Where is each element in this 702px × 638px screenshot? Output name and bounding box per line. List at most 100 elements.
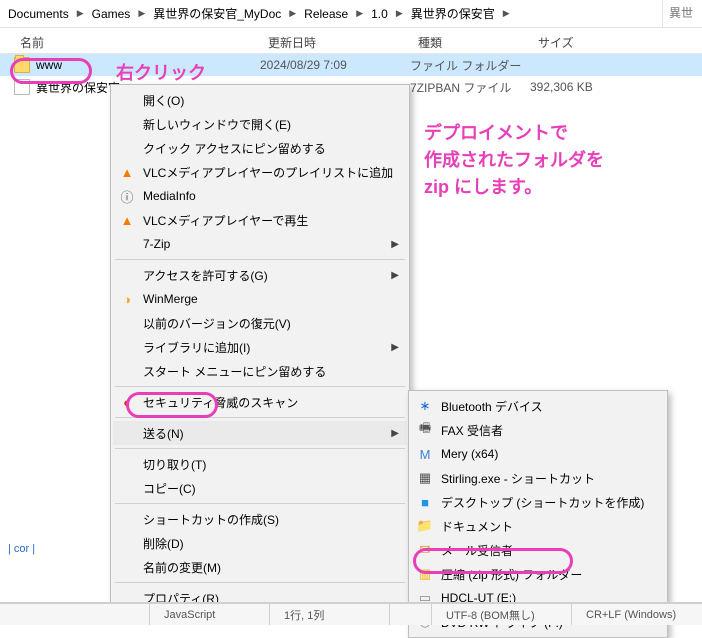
file-row-selected[interactable]: www 2024/08/29 7:09 ファイル フォルダー [0, 54, 702, 76]
menu-item-label: ショートカットの作成(S) [143, 511, 385, 528]
menu-item[interactable]: ショートカットの作成(S) [113, 507, 407, 531]
submenu-item[interactable]: ▥ 圧縮 (zip 形式) フォルダー [411, 562, 665, 586]
winmerge-icon: ◑ [119, 291, 135, 307]
search-input[interactable]: 異世 [662, 0, 702, 28]
menu-item[interactable]: 以前のバージョンの復元(V) [113, 311, 407, 335]
submenu-item[interactable]: 🖷FAX 受信者 [411, 418, 665, 442]
column-header-size[interactable]: サイズ [530, 34, 630, 51]
breadcrumb-item[interactable]: 異世界の保安官 [407, 3, 499, 24]
menu-item[interactable]: ◑ WinMerge [113, 287, 407, 311]
chevron-right-icon: ▶ [394, 8, 405, 19]
breadcrumb-item[interactable]: Release [300, 5, 352, 23]
submenu-item-label: Bluetooth デバイス [441, 398, 643, 415]
column-header-name[interactable]: 名前 [0, 34, 260, 51]
trend-icon: ◐ [119, 394, 135, 410]
file-size: 392,306 KB [530, 80, 630, 94]
menu-separator [115, 582, 405, 583]
menu-separator [115, 448, 405, 449]
menu-item-label: アクセスを許可する(G) [143, 267, 385, 284]
vlc-icon: ▲ [119, 212, 135, 228]
menu-item-label: 7-Zip [143, 237, 385, 251]
submenu-item[interactable]: ■ デスクトップ (ショートカットを作成) [411, 490, 665, 514]
menu-item[interactable]: ライブラリに追加(I)▶ [113, 335, 407, 359]
submenu-item-label: デスクトップ (ショートカットを作成) [441, 494, 644, 511]
submenu-item[interactable]: 📁 ドキュメント [411, 514, 665, 538]
chevron-right-icon: ▶ [136, 8, 147, 19]
column-header-date[interactable]: 更新日時 [260, 34, 410, 51]
submenu-item-label: Mery (x64) [441, 447, 643, 461]
menu-item[interactable]: スタート メニューにピン留めする [113, 359, 407, 383]
chevron-right-icon: ▶ [501, 8, 512, 19]
submenu-item-label: 圧縮 (zip 形式) フォルダー [441, 566, 643, 583]
submenu-item[interactable]: ∗ Bluetooth デバイス [411, 394, 665, 418]
chevron-right-icon: ▶ [391, 270, 399, 281]
annotation-deploy-note: デプロイメントで 作成されたフォルダを zip にします。 [424, 120, 604, 201]
chevron-right-icon: ▶ [287, 8, 298, 19]
breadcrumb[interactable]: Documents ▶ Games ▶ 異世界の保安官_MyDoc ▶ Rele… [0, 0, 702, 28]
context-menu[interactable]: 開く(O) 新しいウィンドウで開く(E) クイック アクセスにピン留めする ▲ VLCメ… [110, 84, 410, 614]
breadcrumb-item[interactable]: 異世界の保安官_MyDoc [149, 3, 285, 24]
menu-item-label: 名前の変更(M) [143, 559, 385, 576]
menu-item-label: 削除(D) [143, 535, 385, 552]
status-encoding: UTF-8 (BOM無し) [432, 604, 572, 625]
chevron-right-icon: ▶ [391, 342, 399, 353]
mediainfo-icon: ⓘ [119, 188, 135, 204]
mail-icon: ✉ [417, 542, 433, 558]
menu-item[interactable]: ◐セキュリティ脅威のスキャン [113, 390, 407, 414]
menu-item-label: 送る(N) [143, 425, 385, 442]
menu-item[interactable]: 開く(O) [113, 88, 407, 112]
menu-item[interactable]: 7-Zip▶ [113, 232, 407, 256]
fax-icon: 🖷 [417, 422, 433, 438]
documents-icon: 📁 [417, 518, 433, 534]
menu-item-label: 開く(O) [143, 92, 385, 109]
file-type: ファイル フォルダー [410, 57, 530, 74]
status-language: JavaScript [150, 604, 270, 625]
menu-item[interactable]: 削除(D) [113, 531, 407, 555]
partial-text: | cor | [8, 543, 35, 555]
status-position: 1行, 1列 [270, 604, 390, 625]
menu-item-label: MediaInfo [143, 189, 385, 203]
zip-folder-icon: ▥ [417, 566, 433, 582]
menu-separator [115, 386, 405, 387]
chevron-right-icon: ▶ [391, 428, 399, 439]
submenu-item-label: メール受信者 [441, 542, 643, 559]
menu-item-label: VLCメディアプレイヤーで再生 [143, 212, 385, 229]
menu-item[interactable]: アクセスを許可する(G) ▶ [113, 263, 407, 287]
submenu-item[interactable]: ▦ Stirling.exe - ショートカット [411, 466, 665, 490]
menu-item[interactable]: 切り取り(T) [113, 452, 407, 476]
submenu-item[interactable]: ✉ メール受信者 [411, 538, 665, 562]
breadcrumb-item[interactable]: Games [88, 5, 135, 23]
menu-separator [115, 503, 405, 504]
mery-icon: M [417, 446, 433, 462]
menu-item-label: 切り取り(T) [143, 456, 385, 473]
column-header-type[interactable]: 種類 [410, 34, 530, 51]
menu-item[interactable]: ▲ VLCメディアプレイヤーのプレイリストに追加 [113, 160, 407, 184]
menu-item[interactable]: 名前の変更(M) [113, 555, 407, 579]
menu-item[interactable]: ⓘ MediaInfo [113, 184, 407, 208]
file-date: 2024/08/29 7:09 [260, 58, 410, 72]
breadcrumb-item[interactable]: Documents [4, 5, 73, 23]
stirling-icon: ▦ [417, 470, 433, 486]
bluetooth-icon: ∗ [417, 398, 433, 414]
chevron-right-icon: ▶ [354, 8, 365, 19]
menu-item[interactable]: 送る(N) ▶ [113, 421, 407, 445]
archive-icon [14, 79, 30, 95]
desktop-icon: ■ [417, 494, 433, 510]
menu-item[interactable]: クイック アクセスにピン留めする [113, 136, 407, 160]
menu-item-label: 新しいウィンドウで開く(E) [143, 116, 385, 133]
vlc-icon: ▲ [119, 164, 135, 180]
file-name: www [36, 58, 260, 72]
file-type: 7ZIPBAN ファイル [410, 79, 530, 96]
status-lineending: CR+LF (Windows) [572, 604, 702, 625]
submenu-item-label: Stirling.exe - ショートカット [441, 470, 643, 487]
sendto-submenu[interactable]: ∗ Bluetooth デバイス 🖷FAX 受信者 M Mery (x64) ▦ Stirl… [408, 390, 668, 638]
menu-item-label: クイック アクセスにピン留めする [143, 140, 385, 157]
menu-item[interactable]: コピー(C) [113, 476, 407, 500]
breadcrumb-item[interactable]: 1.0 [367, 5, 392, 23]
submenu-item[interactable]: M Mery (x64) [411, 442, 665, 466]
menu-item[interactable]: ▲ VLCメディアプレイヤーで再生 [113, 208, 407, 232]
menu-item-label: VLCメディアプレイヤーのプレイリストに追加 [143, 164, 393, 181]
menu-item-label: WinMerge [143, 292, 385, 306]
menu-item[interactable]: 新しいウィンドウで開く(E) [113, 112, 407, 136]
submenu-item-label: ドキュメント [441, 518, 643, 535]
